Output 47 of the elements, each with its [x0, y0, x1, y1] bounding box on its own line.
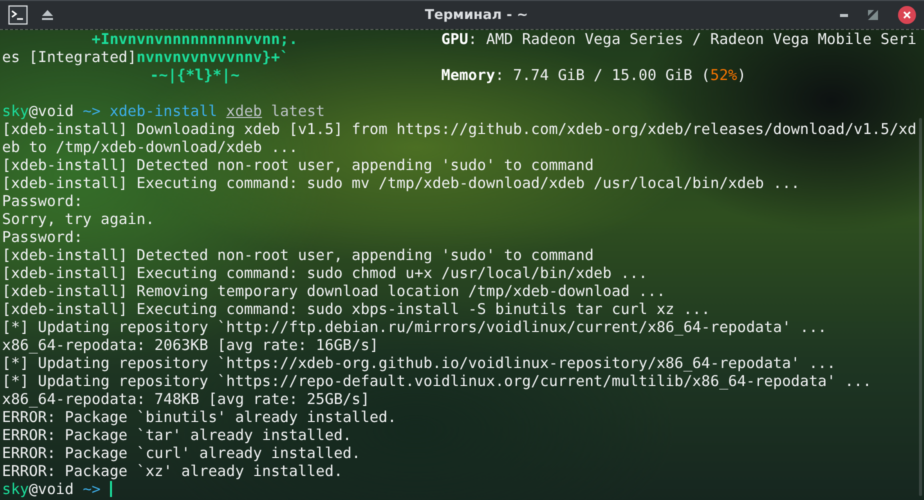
output-text: : AMD Radeon Vega Series / Radeon Vega Mobile Seri	[468, 30, 916, 48]
output-text: [xdeb-install] Executing command: sudo mv /tmp/xdeb-download/xdeb /usr/local/bin/xdeb ...	[2, 174, 800, 192]
output-text: Password:	[2, 228, 83, 246]
close-icon	[903, 11, 911, 19]
prompt-path: ~>	[82, 102, 102, 120]
ascii-logo-text: nvnvnvvnvvvnnv}+`	[136, 48, 289, 66]
prompt-user: sky	[2, 480, 29, 498]
minimize-icon[interactable]	[840, 14, 848, 16]
ascii-logo-text: -~|{*l}*|~	[150, 66, 240, 84]
output-text: )	[737, 66, 746, 84]
output-text: @void	[28, 480, 75, 498]
command-argument: xdeb	[226, 102, 262, 120]
percentage-text: 52%	[710, 66, 738, 84]
output-text: @void	[28, 102, 75, 120]
output-text: ERROR: Package `tar' already installed.	[2, 426, 352, 444]
maximize-icon[interactable]	[868, 10, 878, 20]
prompt-path: ~>	[82, 480, 102, 498]
output-text: x86_64-repodata: 2063KB [avg rate: 16GB/s]	[2, 336, 379, 354]
output-text: [xdeb-install] Detected non-root user, appending 'sudo' to command	[2, 246, 594, 264]
command-text: xdeb-install	[110, 102, 218, 120]
info-label: Memory	[441, 66, 496, 84]
output-text: [xdeb-install] Downloading xdeb [v1.5] from https://github.com/xdeb-org/xdeb/releases/download/v1.5/xd	[2, 120, 916, 138]
terminal-icon[interactable]	[8, 5, 28, 25]
info-label: GPU	[441, 30, 468, 48]
command-argument: latest	[270, 102, 325, 120]
output-text: [xdeb-install] Detected non-root user, appending 'sudo' to command	[2, 156, 594, 174]
output-text: x86_64-repodata: 748KB [avg rate: 25GB/s]	[2, 390, 370, 408]
output-text: [*] Updating repository `https://xdeb-org.github.io/voidlinux-repository/x86_64-repodata' ...	[2, 354, 836, 372]
window-title: Терминал - ~	[424, 7, 528, 23]
prompt-user: sky	[2, 102, 29, 120]
output-text: [*] Updating repository `https://repo-default.voidlinux.org/current/multilib/x86_64-repodata' ...	[2, 372, 872, 390]
output-text: Password:	[2, 192, 83, 210]
output-text: : 7.74 GiB / 15.00 GiB (	[495, 66, 710, 84]
output-text: [*] Updating repository `http://ftp.debian.ru/mirrors/voidlinux/current/x86_64-repodata' ...	[2, 318, 827, 336]
output-text: [xdeb-install] Removing temporary download location /tmp/xdeb-download ...	[2, 282, 666, 300]
output-text: ERROR: Package `curl' already installed.	[2, 444, 361, 462]
output-text: ERROR: Package `xz' already installed.	[2, 462, 343, 480]
output-text: Sorry, try again.	[2, 210, 154, 228]
close-button[interactable]	[898, 6, 916, 24]
output-text: es [Integrated]	[2, 48, 136, 66]
output-text: [xdeb-install] Executing command: sudo chmod u+x /usr/local/bin/xdeb ...	[2, 264, 648, 282]
scrollbar[interactable]	[919, 118, 922, 496]
ascii-logo-text: +Invnvnvnnnnnnnnnvvnn;.	[92, 30, 298, 48]
output-text: [xdeb-install] Executing command: sudo xbps-install -S binutils tar curl xz ...	[2, 300, 710, 318]
keep-above-icon[interactable]	[42, 10, 53, 20]
output-text: eb to /tmp/xdeb-download/xdeb ...	[2, 138, 298, 156]
output-text: ERROR: Package `binutils' already installed.	[2, 408, 396, 426]
